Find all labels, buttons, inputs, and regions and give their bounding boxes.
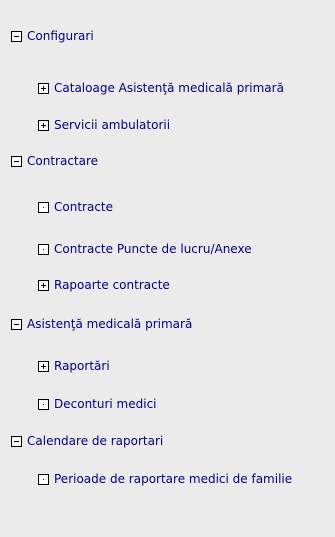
tree-node-label[interactable]: Configurari — [27, 28, 94, 44]
leaf-icon — [38, 201, 49, 213]
tree-node-label[interactable]: Perioade de raportare medici de familie — [54, 471, 292, 487]
tree-node-label[interactable]: Contracte Puncte de lucru/Anexe — [54, 241, 252, 257]
collapse-icon[interactable] — [11, 155, 22, 167]
tree-node-raportari[interactable]: Raportări — [38, 358, 110, 374]
tree-node-contractare[interactable]: Contractare — [11, 153, 98, 169]
collapse-icon[interactable] — [11, 30, 22, 42]
tree-node-servicii-ambulatorii[interactable]: Servicii ambulatorii — [38, 117, 170, 133]
tree-node-label[interactable]: Contractare — [27, 153, 98, 169]
tree-node-cataloage[interactable]: Cataloage Asistenţă medicală primară — [38, 80, 284, 96]
tree-node-label[interactable]: Servicii ambulatorii — [54, 117, 170, 133]
tree-node-calendare-de-raportari[interactable]: Calendare de raportari — [11, 433, 163, 449]
tree-node-label[interactable]: Calendare de raportari — [27, 433, 163, 449]
navigation-tree: Configurari Cataloage Asistenţă medicală… — [0, 0, 335, 537]
leaf-icon — [38, 243, 49, 255]
tree-node-rapoarte-contracte[interactable]: Rapoarte contracte — [38, 277, 170, 293]
expand-icon[interactable] — [38, 360, 49, 372]
expand-icon[interactable] — [38, 279, 49, 291]
tree-node-deconturi-medici[interactable]: Deconturi medici — [38, 396, 157, 412]
tree-node-label[interactable]: Contracte — [54, 199, 113, 215]
collapse-icon[interactable] — [11, 435, 22, 447]
expand-icon[interactable] — [38, 119, 49, 131]
tree-node-label[interactable]: Rapoarte contracte — [54, 277, 170, 293]
expand-icon[interactable] — [38, 82, 49, 94]
tree-node-contracte-puncte[interactable]: Contracte Puncte de lucru/Anexe — [38, 241, 252, 257]
collapse-icon[interactable] — [11, 318, 22, 330]
leaf-icon — [38, 473, 49, 485]
tree-node-contracte[interactable]: Contracte — [38, 199, 113, 215]
tree-node-label[interactable]: Asistenţă medicală primară — [27, 316, 192, 332]
leaf-icon — [38, 398, 49, 410]
tree-node-perioade-de-raportare[interactable]: Perioade de raportare medici de familie — [38, 471, 292, 487]
tree-node-label[interactable]: Deconturi medici — [54, 396, 157, 412]
tree-node-configurari[interactable]: Configurari — [11, 28, 94, 44]
tree-node-label[interactable]: Raportări — [54, 358, 110, 374]
tree-node-label[interactable]: Cataloage Asistenţă medicală primară — [54, 80, 284, 96]
tree-node-asistenta-medicala-primara[interactable]: Asistenţă medicală primară — [11, 316, 192, 332]
